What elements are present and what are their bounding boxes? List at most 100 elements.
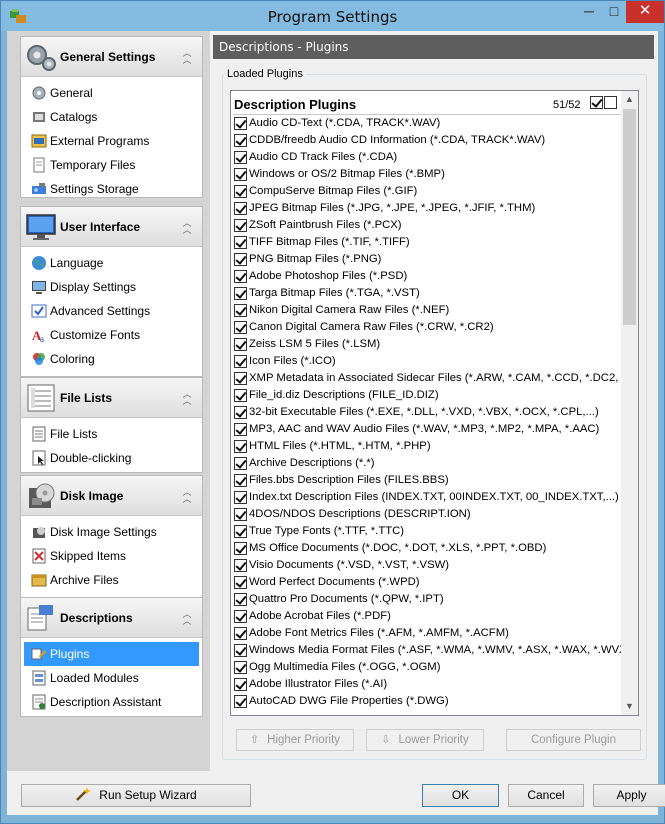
- plugin-row[interactable]: CDDB/freedb Audio CD Information (*.CDA,…: [231, 132, 625, 149]
- plugin-checkbox[interactable]: [234, 695, 247, 708]
- nav-item-temporary-files[interactable]: Temporary Files: [21, 153, 202, 177]
- plugin-checkbox[interactable]: [234, 304, 247, 317]
- plugin-row[interactable]: Files.bbs Description Files (FILES.BBS): [231, 472, 625, 489]
- plugin-row[interactable]: 4DOS/NDOS Descriptions (DESCRIPT.ION): [231, 506, 625, 523]
- plugin-checkbox[interactable]: [234, 270, 247, 283]
- plugin-row[interactable]: 32-bit Executable Files (*.EXE, *.DLL, *…: [231, 404, 625, 421]
- nav-item-catalogs[interactable]: Catalogs: [21, 105, 202, 129]
- plugin-checkbox[interactable]: [234, 474, 247, 487]
- plugin-checkbox[interactable]: [234, 372, 247, 385]
- plugin-checkbox[interactable]: [234, 134, 247, 147]
- run-setup-wizard-button[interactable]: Run Setup Wizard: [21, 784, 251, 807]
- plugin-checkbox[interactable]: [234, 355, 247, 368]
- title-bar[interactable]: Program Settings ─ □ ✕: [1, 1, 664, 31]
- plugin-checkbox[interactable]: [234, 219, 247, 232]
- plugin-row[interactable]: Audio CD-Text (*.CDA, TRACK*.WAV): [231, 115, 625, 132]
- plugin-row[interactable]: Archive Descriptions (*.*): [231, 455, 625, 472]
- plugin-checkbox[interactable]: [234, 321, 247, 334]
- configure-plugin-button[interactable]: Configure Plugin: [506, 729, 641, 751]
- plugin-checkbox[interactable]: [234, 627, 247, 640]
- nav-item-skipped-items[interactable]: Skipped Items: [21, 544, 202, 568]
- plugin-row[interactable]: Adobe Acrobat Files (*.PDF): [231, 608, 625, 625]
- plugin-row[interactable]: Word Perfect Documents (*.WPD): [231, 574, 625, 591]
- collapse-icon[interactable]: ︿ ︿: [180, 610, 194, 626]
- plugin-checkbox[interactable]: [234, 440, 247, 453]
- collapse-icon[interactable]: ︿ ︿: [180, 488, 194, 504]
- plugin-checkbox[interactable]: [234, 423, 247, 436]
- plugin-row[interactable]: CompuServe Bitmap Files (*.GIF): [231, 183, 625, 200]
- nav-item-external-programs[interactable]: External Programs: [21, 129, 202, 153]
- nav-item-settings-storage[interactable]: Settings Storage: [21, 177, 202, 201]
- plugin-checkbox[interactable]: [234, 185, 247, 198]
- group-header-descriptions[interactable]: Descriptions ︿ ︿: [21, 598, 202, 638]
- plugin-row[interactable]: Zeiss LSM 5 Files (*.LSM): [231, 336, 625, 353]
- plugin-checkbox[interactable]: [234, 542, 247, 555]
- plugin-row[interactable]: Nikon Digital Camera Raw Files (*.NEF): [231, 302, 625, 319]
- plugin-row[interactable]: AutoCAD DWG File Properties (*.DWG): [231, 693, 625, 710]
- cancel-button[interactable]: Cancel: [508, 784, 584, 807]
- nav-item-plugins[interactable]: Plugins: [24, 642, 199, 666]
- plugin-checkbox[interactable]: [234, 525, 247, 538]
- nav-item-archive-files[interactable]: Archive Files: [21, 568, 202, 592]
- close-button[interactable]: ✕: [626, 1, 664, 23]
- plugin-checkbox[interactable]: [234, 151, 247, 164]
- scroll-thumb[interactable]: [623, 109, 636, 325]
- plugin-row[interactable]: Adobe Illustrator Files (*.AI): [231, 676, 625, 693]
- plugin-row[interactable]: Visio Documents (*.VSD, *.VST, *.VSW): [231, 557, 625, 574]
- plugin-checkbox[interactable]: [234, 287, 247, 300]
- higher-priority-button[interactable]: ⇧ Higher Priority: [236, 729, 354, 751]
- plugin-row[interactable]: TIFF Bitmap Files (*.TIF, *.TIFF): [231, 234, 625, 251]
- collapse-icon[interactable]: ︿ ︿: [180, 390, 194, 406]
- plugin-row[interactable]: Windows or OS/2 Bitmap Files (*.BMP): [231, 166, 625, 183]
- plugin-row[interactable]: True Type Fonts (*.TTF, *.TTC): [231, 523, 625, 540]
- group-header-disk-image[interactable]: Disk Image ︿ ︿: [21, 476, 202, 516]
- collapse-icon[interactable]: ︿ ︿: [180, 219, 194, 235]
- nav-item-description-assistant[interactable]: Description Assistant: [21, 690, 202, 714]
- plugin-checkbox[interactable]: [234, 644, 247, 657]
- group-header-file-lists[interactable]: File Lists ︿ ︿: [21, 378, 202, 418]
- plugin-checkbox[interactable]: [234, 508, 247, 521]
- plugin-checkbox[interactable]: [234, 491, 247, 504]
- nav-item-display-settings[interactable]: Display Settings: [21, 275, 202, 299]
- plugin-checkbox[interactable]: [234, 559, 247, 572]
- plugin-checkbox[interactable]: [234, 678, 247, 691]
- nav-item-disk-image-settings[interactable]: Disk Image Settings: [21, 520, 202, 544]
- plugin-row[interactable]: HTML Files (*.HTML, *.HTM, *.PHP): [231, 438, 625, 455]
- apply-button[interactable]: Apply: [593, 784, 665, 807]
- plugin-row[interactable]: File_id.diz Descriptions (FILE_ID.DIZ): [231, 387, 625, 404]
- plugin-row[interactable]: Canon Digital Camera Raw Files (*.CRW, *…: [231, 319, 625, 336]
- plugin-checkbox[interactable]: [234, 202, 247, 215]
- group-header-general-settings[interactable]: General Settings ︿ ︿: [21, 37, 202, 77]
- uncheck-all-checkbox[interactable]: [604, 96, 617, 109]
- plugin-checkbox[interactable]: [234, 661, 247, 674]
- plugin-row[interactable]: Icon Files (*.ICO): [231, 353, 625, 370]
- plugin-checkbox[interactable]: [234, 457, 247, 470]
- nav-item-file-lists[interactable]: File Lists: [21, 422, 202, 446]
- plugin-row[interactable]: PNG Bitmap Files (*.PNG): [231, 251, 625, 268]
- ok-button[interactable]: OK: [422, 784, 499, 807]
- plugin-row[interactable]: Targa Bitmap Files (*.TGA, *.VST): [231, 285, 625, 302]
- plugin-checkbox[interactable]: [234, 168, 247, 181]
- nav-item-double-clicking[interactable]: Double-clicking: [21, 446, 202, 470]
- plugin-row[interactable]: Ogg Multimedia Files (*.OGG, *.OGM): [231, 659, 625, 676]
- lower-priority-button[interactable]: ⇩ Lower Priority: [366, 729, 484, 751]
- plugin-row[interactable]: Audio CD Track Files (*.CDA): [231, 149, 625, 166]
- minimize-button[interactable]: ─: [576, 1, 602, 23]
- plugin-row[interactable]: Adobe Font Metrics Files (*.AFM, *.AMFM,…: [231, 625, 625, 642]
- nav-item-language[interactable]: Language: [21, 251, 202, 275]
- scroll-down-icon[interactable]: ▼: [621, 698, 638, 715]
- plugin-checkbox[interactable]: [234, 576, 247, 589]
- maximize-button[interactable]: □: [602, 1, 626, 23]
- plugin-checkbox[interactable]: [234, 338, 247, 351]
- nav-item-loaded-modules[interactable]: Loaded Modules: [21, 666, 202, 690]
- plugin-checkbox[interactable]: [234, 236, 247, 249]
- collapse-icon[interactable]: ︿ ︿: [180, 49, 194, 65]
- plugin-row[interactable]: Adobe Photoshop Files (*.PSD): [231, 268, 625, 285]
- plugin-row[interactable]: ZSoft Paintbrush Files (*.PCX): [231, 217, 625, 234]
- scroll-up-icon[interactable]: ▲: [621, 91, 638, 108]
- plugin-checkbox[interactable]: [234, 117, 247, 130]
- plugin-row[interactable]: JPEG Bitmap Files (*.JPG, *.JPE, *.JPEG,…: [231, 200, 625, 217]
- plugin-list[interactable]: Description Plugins 51/52 Audio CD-Text …: [230, 90, 639, 716]
- nav-item-customize-fonts[interactable]: Aa Customize Fonts: [21, 323, 202, 347]
- group-header-user-interface[interactable]: User Interface ︿ ︿: [21, 207, 202, 247]
